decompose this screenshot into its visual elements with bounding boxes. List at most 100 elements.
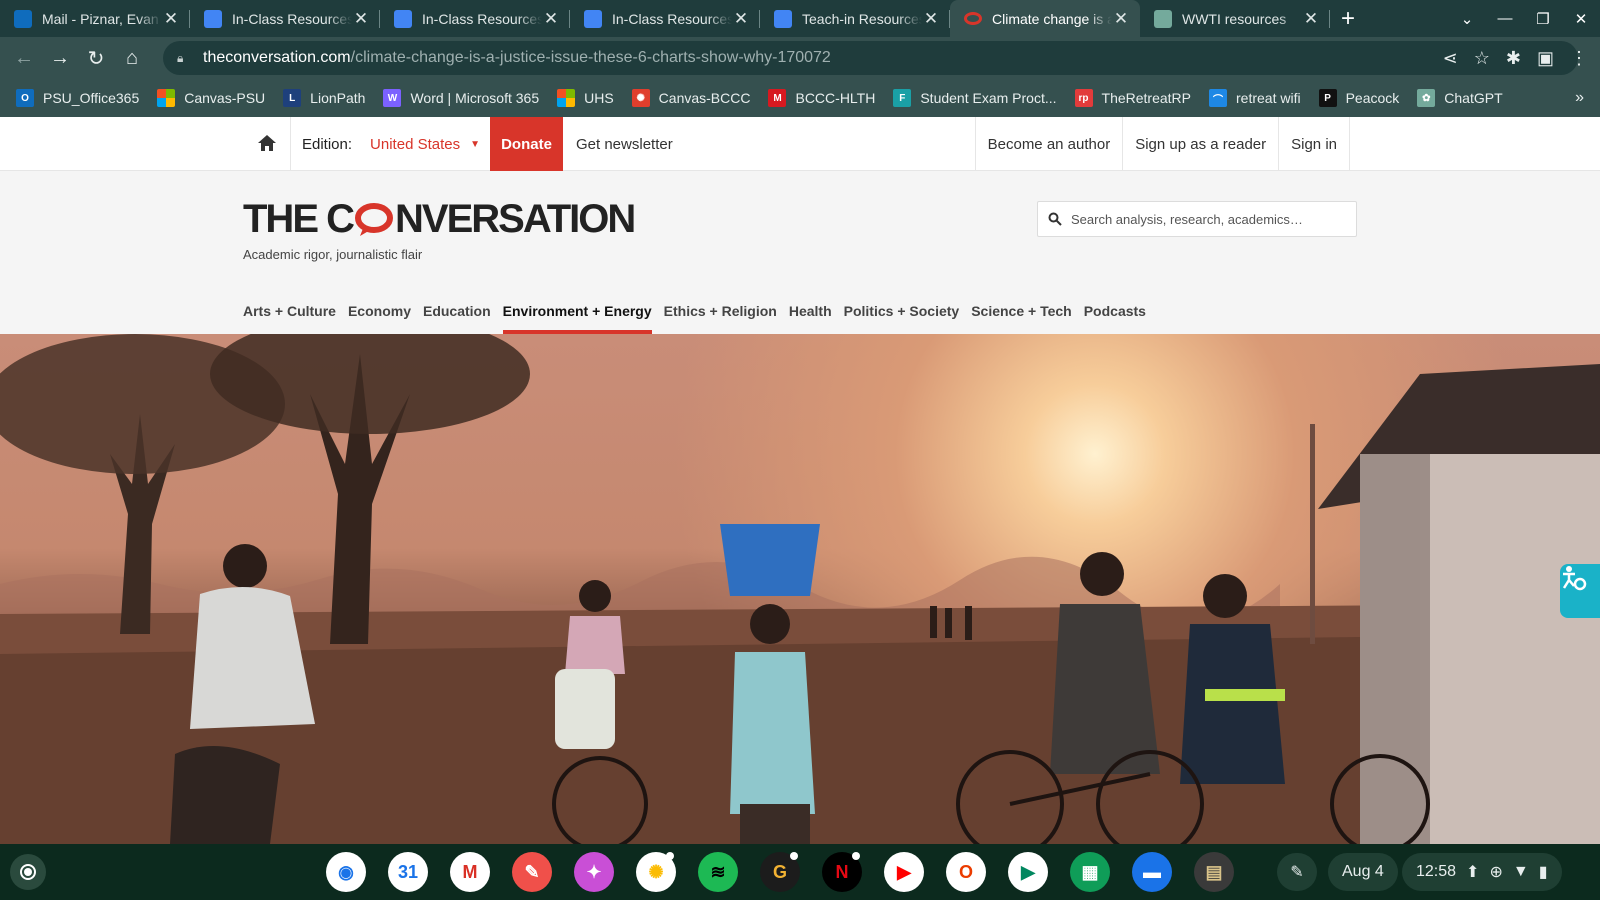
home-icon[interactable] — [255, 131, 279, 155]
bookmark-item[interactable]: O PSU_Office365 — [16, 89, 139, 107]
bookmark-item[interactable]: M BCCC-HLTH — [768, 89, 875, 107]
bookmark-item[interactable]: rp TheRetreatRP — [1074, 89, 1191, 107]
become-author-link[interactable]: Become an author — [974, 117, 1123, 171]
site-top-nav: Edition: United States ▼ Donate Get news… — [0, 117, 1600, 171]
sign-in-link[interactable]: Sign in — [1278, 117, 1350, 171]
grammarly-app-icon[interactable]: G — [760, 852, 800, 892]
bookmark-item[interactable]: W Word | Microsoft 365 — [383, 89, 539, 107]
section-link[interactable]: Science + Tech — [971, 291, 1072, 334]
photos-app-icon[interactable]: ✺ — [636, 852, 676, 892]
sign-up-reader-link[interactable]: Sign up as a reader — [1122, 117, 1278, 171]
section-link[interactable]: Podcasts — [1084, 291, 1146, 334]
lock-icon[interactable]: 🔒︎ — [177, 51, 193, 66]
browser-tab[interactable]: In-Class Resources ✕ — [190, 0, 380, 37]
avatar-app-icon[interactable]: ▤ — [1194, 852, 1234, 892]
mcgraw-icon: M — [768, 89, 787, 107]
accessibility-widget-button[interactable] — [1560, 564, 1600, 618]
canvas-paint-app-icon[interactable]: ✎ — [512, 852, 552, 892]
browser-tab[interactable]: Mail - Piznar, Evan R ✕ — [0, 0, 190, 37]
section-link[interactable]: Ethics + Religion — [664, 291, 777, 334]
url-host: theconversation.com — [203, 49, 351, 66]
browser-tab[interactable]: Climate change is a ✕ — [950, 0, 1140, 37]
section-link[interactable]: Arts + Culture — [243, 291, 336, 334]
bookmarks-overflow-icon[interactable]: » — [1575, 79, 1584, 117]
office-icon: O — [16, 89, 34, 107]
files-app-icon[interactable]: ▬ — [1132, 852, 1172, 892]
stylus-tools-button[interactable]: ✎ — [1277, 853, 1317, 891]
home-button-icon[interactable]: ⌂ — [114, 40, 150, 76]
reload-icon[interactable]: ↻ — [78, 40, 114, 76]
launcher-circle-icon — [20, 864, 36, 880]
bookmark-label: TheRetreatRP — [1101, 90, 1191, 106]
section-link[interactable]: Education — [423, 291, 491, 334]
share-icon[interactable]: ⋖ — [1443, 48, 1458, 69]
close-tab-icon[interactable]: ✕ — [922, 9, 940, 29]
nav-divider — [290, 117, 291, 171]
spotify-app-icon[interactable]: ≋ — [698, 852, 738, 892]
browser-tab[interactable]: In-Class Resources ✕ — [380, 0, 570, 37]
browser-toolbar: ← → ↻ ⌂ 🔒︎ theconversation.com/climate-c… — [0, 37, 1600, 79]
bookmark-item[interactable]: P Peacock — [1318, 89, 1399, 107]
bookmark-star-icon[interactable]: ☆ — [1474, 48, 1490, 69]
gallery-app-icon[interactable]: ✦ — [574, 852, 614, 892]
bookmark-item[interactable]: ✿ ChatGPT — [1417, 89, 1503, 107]
newsletter-link[interactable]: Get newsletter — [576, 117, 673, 171]
close-tab-icon[interactable]: ✕ — [1112, 9, 1130, 29]
edition-value[interactable]: United States — [370, 136, 460, 153]
menu-kebab-icon[interactable]: ⋮ — [1570, 48, 1588, 69]
gmail-app-icon[interactable]: M — [450, 852, 490, 892]
bookmark-label: Student Exam Proct... — [920, 90, 1057, 106]
address-bar[interactable]: 🔒︎ theconversation.com/climate-change-is… — [163, 41, 1578, 75]
date-tray[interactable]: Aug 4 — [1328, 853, 1398, 891]
close-tab-icon[interactable]: ✕ — [542, 9, 560, 29]
donate-button[interactable]: Donate — [490, 117, 563, 171]
browser-tab[interactable]: In-Class Resources ✕ — [570, 0, 760, 37]
sheets-app-icon[interactable]: ▦ — [1070, 852, 1110, 892]
play-store-app-icon[interactable]: ▶ — [1008, 852, 1048, 892]
site-search[interactable] — [1037, 201, 1357, 237]
section-link[interactable]: Environment + Energy — [502, 291, 652, 334]
bookmark-item[interactable]: ✺ Canvas-BCCC — [631, 89, 750, 107]
close-tab-icon[interactable]: ✕ — [732, 9, 750, 29]
extensions-icon[interactable]: ✱ — [1506, 48, 1521, 69]
notification-dot — [852, 852, 860, 860]
close-tab-icon[interactable]: ✕ — [352, 9, 370, 29]
site-logo[interactable]: THE C NVERSATION — [243, 197, 636, 242]
section-link[interactable]: Politics + Society — [844, 291, 960, 334]
conversation-icon — [964, 12, 982, 25]
youtube-app-icon[interactable]: ▶ — [884, 852, 924, 892]
office-app-icon[interactable]: O — [946, 852, 986, 892]
section-link[interactable]: Economy — [348, 291, 411, 334]
tab-search-icon[interactable]: ⌄ — [1448, 10, 1486, 28]
section-link[interactable]: Health — [789, 291, 832, 334]
search-input[interactable] — [1071, 211, 1341, 227]
browser-tab[interactable]: WWTI resources ✕ — [1140, 0, 1330, 37]
calendar-app-icon[interactable]: 31 — [388, 852, 428, 892]
docs-icon — [204, 9, 222, 28]
close-window-icon[interactable]: ✕ — [1562, 10, 1600, 28]
netflix-app-icon[interactable]: N — [822, 852, 862, 892]
caret-down-icon[interactable]: ▼ — [470, 139, 480, 150]
tab-title: In-Class Resources — [612, 10, 732, 27]
forward-icon[interactable]: → — [42, 40, 78, 76]
bookmark-item[interactable]: UHS — [557, 89, 614, 107]
minimize-icon[interactable]: — — [1486, 10, 1524, 27]
bookmark-item[interactable]: Canvas-PSU — [157, 89, 265, 107]
toolbar-actions: ⋖ ☆ ✱ ▣ ⋮ — [1443, 37, 1588, 79]
close-tab-icon[interactable]: ✕ — [162, 9, 180, 29]
launcher-button[interactable] — [10, 854, 46, 890]
status-tray[interactable]: 12:58 ⬆︎ ⊕ ▼ ▮ — [1402, 853, 1562, 891]
restore-icon[interactable]: ❐ — [1524, 10, 1562, 28]
back-icon[interactable]: ← — [6, 40, 42, 76]
new-tab-icon[interactable]: + — [1330, 0, 1366, 37]
close-tab-icon[interactable]: ✕ — [1302, 9, 1320, 29]
microsoft-icon — [557, 89, 576, 107]
battery-icon: ▮ — [1538, 864, 1548, 881]
browser-tab[interactable]: Teach-in Resources ✕ — [760, 0, 950, 37]
bookmark-item[interactable]: F Student Exam Proct... — [893, 89, 1057, 107]
chrome-app-icon[interactable]: ◉ — [326, 852, 366, 892]
edition-selector[interactable]: Edition: United States ▼ — [302, 117, 480, 171]
side-panel-icon[interactable]: ▣ — [1537, 48, 1554, 69]
bookmark-item[interactable]: ⌒ retreat wifi — [1209, 89, 1301, 107]
bookmark-item[interactable]: L LionPath — [283, 89, 365, 107]
